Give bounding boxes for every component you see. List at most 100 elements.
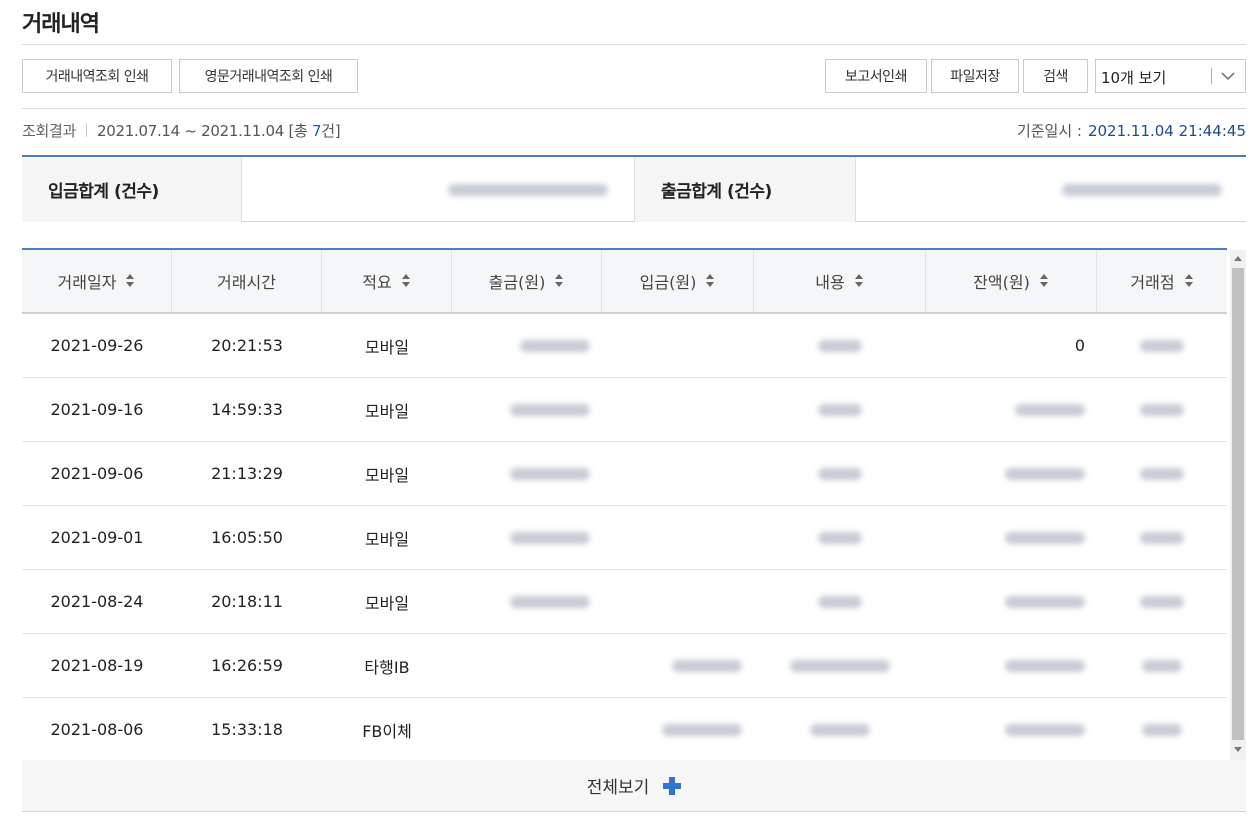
time-cell: 16:05:50	[211, 528, 283, 547]
date-cell: 2021-08-06	[50, 720, 144, 739]
sort-icon	[1184, 274, 1194, 288]
branch-cell	[1097, 378, 1227, 441]
page-title: 거래내역	[22, 12, 100, 37]
table-row: 2021-08-06 15:33:18 FB이체	[22, 698, 1227, 762]
time-cell: 14:59:33	[211, 400, 283, 419]
view-all-label: 전체보기	[586, 778, 650, 798]
balance-cell	[926, 378, 1097, 441]
basis-time-info: 기준일시 : 2021.11.04 21:44:45	[1017, 120, 1246, 141]
result-label: 조회결과	[22, 122, 77, 140]
memo-cell: 모바일	[364, 465, 410, 485]
memo-cell: 모바일	[364, 593, 410, 613]
time-cell: 20:21:53	[211, 336, 283, 355]
memo-cell: FB이체	[362, 721, 412, 741]
date-cell: 2021-09-06	[50, 464, 144, 483]
column-header-balance[interactable]: 잔액(원)	[926, 250, 1097, 312]
sort-icon	[706, 274, 715, 288]
sort-icon	[401, 274, 411, 288]
column-header-memo[interactable]: 적요	[322, 250, 452, 312]
table-row: 2021-09-26 20:21:53 모바일 0	[22, 314, 1227, 378]
basis-time: 2021.11.04 21:44:45	[1087, 122, 1246, 140]
file-save-button[interactable]: 파일저장	[931, 59, 1019, 93]
time-cell: 21:13:29	[211, 464, 283, 483]
deposit-cell	[602, 378, 754, 441]
balance-cell	[926, 634, 1097, 697]
table-scrollbar[interactable]	[1230, 250, 1246, 760]
date-cell: 2021-09-01	[50, 528, 144, 547]
sort-icon	[854, 274, 864, 288]
withdrawal-cell	[452, 378, 602, 441]
branch-cell	[1097, 698, 1227, 761]
view-all-button[interactable]: 전체보기	[22, 760, 1246, 812]
print-history-button[interactable]: 거래내역조회 인쇄	[22, 59, 172, 93]
memo-cell: 모바일	[364, 337, 410, 357]
sort-icon	[126, 274, 135, 288]
column-header-time: 거래시간	[172, 250, 322, 312]
result-divider	[86, 123, 88, 137]
page-size-value: 10개 보기	[1101, 69, 1167, 87]
sort-icon	[555, 274, 564, 288]
column-header-date[interactable]: 거래일자	[22, 250, 172, 312]
result-count: 7	[312, 122, 322, 140]
deposit-cell	[602, 634, 754, 697]
time-cell: 20:18:11	[211, 592, 283, 611]
column-header-content[interactable]: 내용	[754, 250, 926, 312]
content-cell	[754, 442, 926, 505]
time-cell: 16:26:59	[211, 656, 283, 675]
branch-cell	[1097, 506, 1227, 569]
result-range: 2021.07.14 ~ 2021.11.04	[97, 122, 284, 140]
memo-cell: 모바일	[364, 401, 410, 421]
table-row: 2021-09-01 16:05:50 모바일	[22, 506, 1227, 570]
column-header-deposit[interactable]: 입금(원)	[602, 250, 754, 312]
branch-cell	[1097, 314, 1227, 377]
result-count-prefix: [총	[288, 122, 312, 140]
column-header-branch[interactable]: 거래점	[1097, 250, 1227, 312]
transaction-table: 거래일자 거래시간 적요 출금(원) 입금(원) 내용 잔액(원) 거래점 20…	[22, 248, 1227, 762]
withdrawal-cell	[452, 314, 602, 377]
report-print-button[interactable]: 보고서인쇄	[825, 59, 927, 93]
scroll-down-icon[interactable]	[1234, 747, 1242, 752]
search-button[interactable]: 검색	[1023, 59, 1088, 93]
balance-cell	[926, 570, 1097, 633]
branch-cell	[1097, 442, 1227, 505]
deposit-cell	[602, 314, 754, 377]
content-cell	[754, 506, 926, 569]
content-cell	[754, 570, 926, 633]
memo-cell: 모바일	[364, 529, 410, 549]
withdrawal-cell	[452, 570, 602, 633]
table-row: 2021-08-24 20:18:11 모바일	[22, 570, 1227, 634]
print-english-history-button[interactable]: 영문거래내역조회 인쇄	[179, 59, 358, 93]
deposit-total-label: 입금합계 (건수)	[22, 157, 242, 222]
content-cell	[754, 378, 926, 441]
branch-cell	[1097, 634, 1227, 697]
table-row: 2021-09-16 14:59:33 모바일	[22, 378, 1227, 442]
time-cell: 15:33:18	[211, 720, 283, 739]
result-info: 조회결과 2021.07.14 ~ 2021.11.04 [총 7건]	[22, 120, 341, 141]
content-cell	[754, 698, 926, 761]
table-header: 거래일자 거래시간 적요 출금(원) 입금(원) 내용 잔액(원) 거래점	[22, 250, 1227, 314]
withdrawal-total-value	[856, 157, 1246, 222]
deposit-total-value	[242, 157, 634, 222]
content-cell	[754, 634, 926, 697]
deposit-cell	[602, 570, 754, 633]
content-cell	[754, 314, 926, 377]
deposit-cell	[602, 698, 754, 761]
withdrawal-cell	[452, 506, 602, 569]
date-cell: 2021-08-24	[50, 592, 144, 611]
deposit-cell	[602, 506, 754, 569]
title-divider	[22, 44, 1246, 45]
chevron-down-icon	[1221, 72, 1235, 81]
page-size-select[interactable]: 10개 보기	[1095, 59, 1246, 93]
scroll-thumb[interactable]	[1232, 268, 1244, 740]
select-separator	[1211, 68, 1212, 84]
balance-cell	[926, 506, 1097, 569]
withdrawal-cell	[452, 442, 602, 505]
balance-cell: 0	[1074, 336, 1085, 355]
balance-cell	[926, 698, 1097, 761]
table-row: 2021-08-19 16:26:59 타행IB	[22, 634, 1227, 698]
basis-label: 기준일시 :	[1016, 122, 1082, 140]
column-header-withdrawal[interactable]: 출금(원)	[452, 250, 602, 312]
toolbar-divider	[22, 108, 1246, 109]
withdrawal-cell	[452, 634, 602, 697]
scroll-up-icon[interactable]	[1234, 256, 1242, 261]
